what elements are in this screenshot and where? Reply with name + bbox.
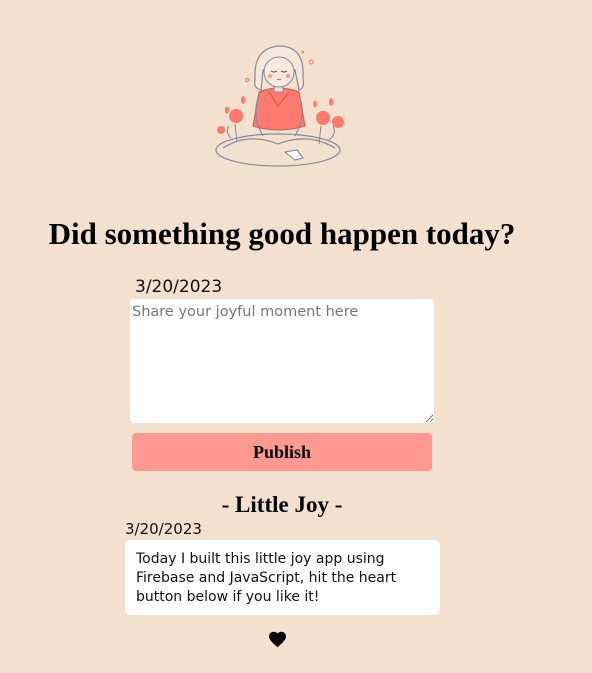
page-title: Did something good happen today? bbox=[48, 216, 516, 251]
heart-icon[interactable] bbox=[268, 631, 287, 648]
feed-title: - Little Joy - bbox=[221, 492, 343, 517]
post-date: 3/20/2023 bbox=[125, 520, 202, 538]
heart-shape bbox=[269, 631, 286, 648]
publish-button[interactable]: Publish bbox=[132, 433, 432, 471]
post-text: Today I built this little joy app using … bbox=[136, 551, 397, 605]
girl-meditating-icon bbox=[215, 45, 344, 167]
composer-date: 3/20/2023 bbox=[135, 277, 223, 297]
joy-moment-input[interactable] bbox=[130, 299, 434, 423]
hero-illustration bbox=[203, 40, 353, 180]
post-card: Today I built this little joy app using … bbox=[125, 540, 440, 615]
